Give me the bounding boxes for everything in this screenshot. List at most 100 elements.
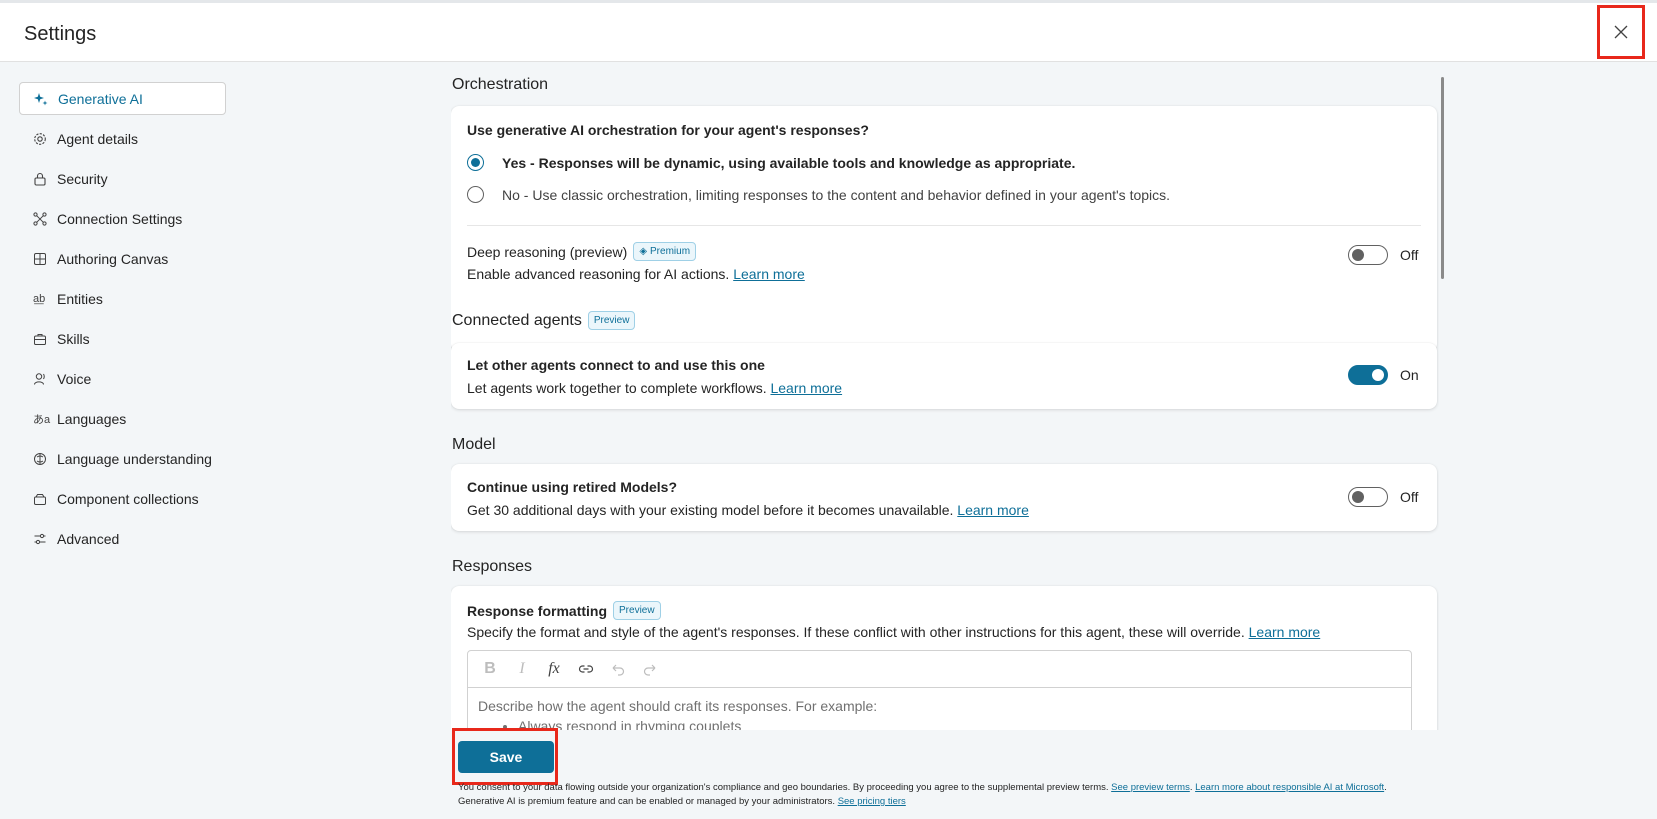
model-learn-more[interactable]: Learn more (957, 502, 1029, 518)
save-button[interactable]: Save (458, 741, 554, 773)
link-icon[interactable] (570, 655, 602, 683)
close-button[interactable] (1597, 5, 1645, 59)
radio-no[interactable] (467, 186, 484, 203)
deep-reasoning-desc-text: Enable advanced reasoning for AI actions… (467, 266, 730, 282)
sidebar-item-label: Authoring Canvas (57, 250, 169, 267)
sidebar-item-connection-settings[interactable]: Connection Settings (19, 202, 226, 235)
sidebar-item-language-understanding[interactable]: Language understanding (19, 442, 226, 475)
editor-placeholder: Describe how the agent should craft its … (478, 698, 878, 714)
response-formatting-row: Response formatting Preview (467, 601, 661, 620)
sidebar-item-label: Languages (57, 410, 127, 427)
responses-heading: Responses (452, 558, 533, 575)
connected-agents-desc-text: Let agents work together to complete wor… (467, 380, 767, 396)
content-scrollbar[interactable] (1441, 77, 1444, 279)
premium-badge: ◈ Premium (633, 242, 697, 261)
model-desc: Get 30 additional days with your existin… (467, 502, 1029, 518)
preview-badge: Preview (587, 311, 636, 330)
sparkle-icon (34, 92, 56, 106)
sidebar-item-label: Skills (57, 330, 90, 347)
connected-agents-learn-more[interactable]: Learn more (770, 380, 842, 396)
connected-agents-toggle-state: On (1400, 367, 1419, 383)
editor-toolbar: B I fx (468, 651, 1411, 688)
connected-agents-toggle-wrap: On (1348, 365, 1419, 385)
deep-reasoning-learn-more[interactable]: Learn more (733, 266, 805, 282)
sidebar-item-component-collections[interactable]: Component collections (19, 482, 226, 515)
connected-agents-card: Let other agents connect to and use this… (451, 343, 1437, 409)
consent-line1: You consent to your data flowing outside… (458, 782, 1109, 793)
editor-body[interactable]: Describe how the agent should craft its … (468, 688, 1411, 730)
brain-icon (33, 452, 55, 466)
lock-icon (33, 172, 55, 186)
sidebar-item-label: Security (57, 170, 108, 187)
model-toggle-wrap: Off (1348, 487, 1418, 507)
formula-icon[interactable]: fx (538, 655, 570, 683)
sidebar-item-agent-details[interactable]: Agent details (19, 122, 226, 155)
responsible-ai-link[interactable]: Learn more about responsible AI at Micro… (1195, 782, 1384, 793)
response-formatting-learn-more[interactable]: Learn more (1249, 624, 1321, 640)
sidebar-item-languages[interactable]: あa Languages (19, 402, 226, 435)
sidebar-item-entities[interactable]: a͟b Entities (19, 282, 226, 315)
translate-icon: あa (33, 413, 51, 426)
response-formatting-desc-text: Specify the format and style of the agen… (467, 624, 1245, 640)
connected-agents-question: Let other agents connect to and use this… (467, 357, 765, 373)
pricing-link[interactable]: See pricing tiers (838, 796, 906, 807)
sidebar-item-label: Voice (57, 370, 92, 387)
redo-icon[interactable] (634, 655, 666, 683)
orchestration-option-yes[interactable]: Yes - Responses will be dynamic, using a… (467, 154, 1075, 171)
sidebar-item-skills[interactable]: Skills (19, 322, 226, 355)
voice-icon (33, 372, 55, 386)
undo-icon[interactable] (602, 655, 634, 683)
editor-example: Always respond in rhyming couplets (518, 718, 1401, 730)
deep-reasoning-toggle[interactable] (1348, 245, 1388, 265)
gear-icon (33, 132, 55, 146)
sidebar-item-label: Advanced (57, 530, 120, 547)
connected-agents-heading: Connected agents Preview (452, 311, 636, 330)
divider (467, 225, 1421, 226)
response-formatting-label: Response formatting (467, 602, 608, 619)
italic-icon[interactable]: I (506, 655, 538, 683)
page-title: Settings (24, 23, 97, 45)
premium-badge-label: Premium (650, 246, 691, 257)
deep-reasoning-desc: Enable advanced reasoning for AI actions… (467, 266, 805, 282)
response-formatting-editor[interactable]: B I fx Describe how the agent should cra… (467, 650, 1412, 730)
deep-reasoning-toggle-wrap: Off (1348, 245, 1418, 265)
response-formatting-desc: Specify the format and style of the agen… (467, 624, 1320, 640)
connected-agents-toggle[interactable] (1348, 365, 1388, 385)
sidebar-item-voice[interactable]: Voice (19, 362, 226, 395)
model-toggle[interactable] (1348, 487, 1388, 507)
deep-reasoning-label: Deep reasoning (preview) (467, 243, 628, 260)
sidebar-item-generative-ai[interactable]: Generative AI (19, 82, 226, 115)
model-question: Continue using retired Models? (467, 479, 678, 495)
sidebar-item-authoring-canvas[interactable]: Authoring Canvas (19, 242, 226, 275)
sidebar-item-advanced[interactable]: Advanced (19, 522, 226, 555)
settings-sidebar: Generative AI Agent details Security Con… (19, 82, 226, 562)
connected-agents-title: Connected agents (452, 311, 582, 329)
diamond-icon: ◈ (639, 246, 648, 257)
deep-reasoning-row: Deep reasoning (preview) ◈ Premium (467, 242, 697, 261)
deep-reasoning-toggle-state: Off (1400, 247, 1419, 263)
sidebar-item-label: Entities (57, 290, 103, 307)
sidebar-item-security[interactable]: Security (19, 162, 226, 195)
option-yes-label: Yes - Responses will be dynamic, using a… (502, 154, 1076, 171)
sidebar-item-label: Agent details (57, 130, 138, 147)
orchestration-option-no[interactable]: No - Use classic orchestration, limiting… (467, 186, 1170, 203)
settings-content: Orchestration Use generative AI orchestr… (451, 64, 1439, 730)
connection-icon (33, 211, 55, 226)
collection-icon (33, 492, 55, 506)
abc-icon: a͟b (33, 292, 46, 305)
consent-text: You consent to your data flowing outside… (458, 782, 1387, 807)
preview-terms-link[interactable]: See preview terms (1111, 782, 1190, 793)
model-card: Continue using retired Models? Get 30 ad… (451, 464, 1437, 531)
model-heading: Model (452, 436, 496, 453)
connected-agents-desc: Let agents work together to complete wor… (467, 380, 842, 396)
sidebar-item-label: Generative AI (58, 90, 143, 107)
option-no-label: No - Use classic orchestration, limiting… (502, 186, 1171, 203)
model-desc-text: Get 30 additional days with your existin… (467, 502, 954, 518)
consent-line2: Generative AI is premium feature and can… (458, 796, 836, 807)
preview-badge: Preview (613, 601, 661, 620)
bold-icon[interactable]: B (474, 655, 506, 683)
radio-yes[interactable] (467, 154, 484, 171)
sidebar-item-label: Connection Settings (57, 210, 183, 227)
sliders-icon (33, 532, 55, 546)
grid-icon (33, 252, 55, 266)
